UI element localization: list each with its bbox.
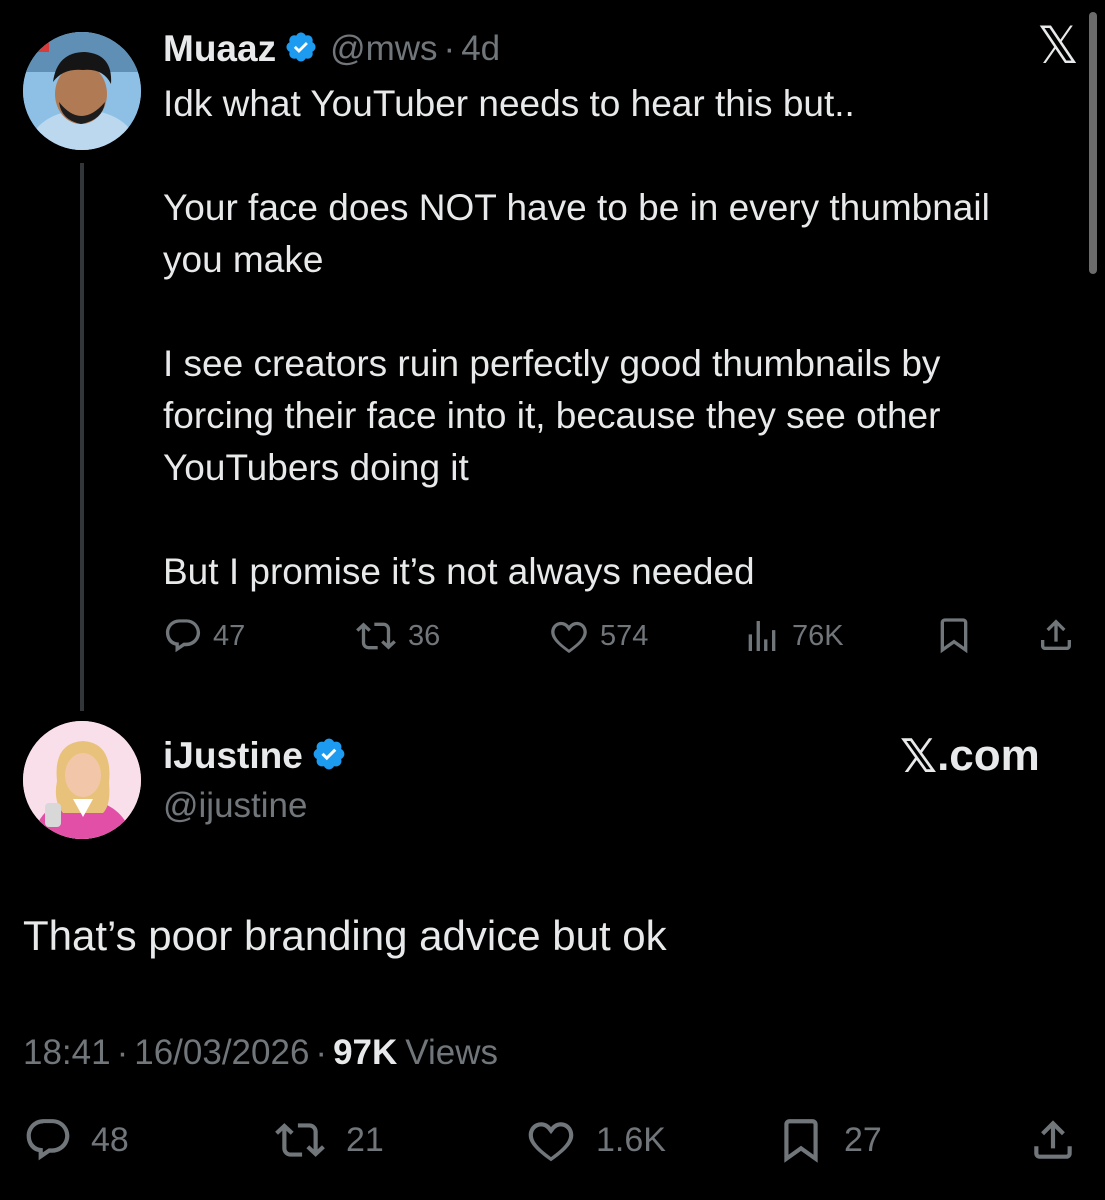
bookmark-icon xyxy=(940,618,968,654)
share-button[interactable] xyxy=(1028,1114,1078,1166)
x-logo-close-icon[interactable]: 𝕏 xyxy=(1030,18,1086,74)
post-time[interactable]: 18:41 xyxy=(23,1033,111,1073)
timestamp-row: 18:41 · 16/03/2026 · 97K Views xyxy=(23,1030,498,1076)
reply-button[interactable]: 47 xyxy=(163,614,245,658)
views-button[interactable]: 76K xyxy=(742,614,844,658)
verified-badge-icon xyxy=(311,736,347,777)
reply-icon xyxy=(165,619,201,653)
like-button[interactable]: 1.6K xyxy=(524,1114,666,1166)
like-button[interactable]: 574 xyxy=(548,614,648,658)
views-count: 97K xyxy=(333,1033,398,1072)
share-button[interactable] xyxy=(1036,614,1076,658)
avatar-ijustine[interactable] xyxy=(23,721,141,839)
views-label: Views xyxy=(405,1033,499,1072)
reply-button[interactable]: 48 xyxy=(23,1114,129,1166)
reply-count: 47 xyxy=(213,619,246,652)
timestamp-separator: · xyxy=(315,1033,328,1072)
repost-icon xyxy=(275,1123,325,1157)
x-logo-icon: 𝕏 xyxy=(900,730,938,782)
author-name[interactable]: Muaaz xyxy=(163,28,276,70)
like-icon xyxy=(528,1122,574,1162)
like-count: 1.6K xyxy=(596,1120,666,1159)
avatar-ijustine-image xyxy=(23,721,141,839)
tweet-age[interactable]: 4d xyxy=(461,29,500,69)
repost-count: 21 xyxy=(346,1120,384,1159)
repost-button[interactable]: 21 xyxy=(272,1114,384,1166)
reply-author-handle[interactable]: @ijustine xyxy=(163,784,307,828)
share-icon xyxy=(1041,619,1071,650)
bookmark-count: 27 xyxy=(844,1120,882,1159)
watermark-text: .com xyxy=(937,731,1040,780)
header-separator: · xyxy=(443,29,456,68)
x-com-watermark: 𝕏 .com xyxy=(900,728,1040,784)
bookmark-icon xyxy=(784,1119,818,1163)
parent-tweet-text: Idk what YouTuber needs to hear this but… xyxy=(163,83,990,592)
reply-icon xyxy=(26,1119,70,1161)
bookmark-button[interactable] xyxy=(934,614,974,658)
timestamp-separator: · xyxy=(116,1033,129,1072)
parent-header: Muaaz @mws · 4d xyxy=(163,26,500,72)
post-date[interactable]: 16/03/2026 xyxy=(134,1033,309,1073)
views-icon xyxy=(748,621,776,651)
verified-badge-icon xyxy=(284,30,318,69)
scrollbar[interactable] xyxy=(1089,12,1097,274)
reply-count: 48 xyxy=(91,1120,129,1159)
avatar-muaaz[interactable] xyxy=(23,32,141,150)
views-count: 76K xyxy=(792,619,844,652)
reply-author-name[interactable]: iJustine xyxy=(163,735,303,777)
reply-header: iJustine xyxy=(163,733,347,779)
reply-tweet-text: That’s poor branding advice but ok xyxy=(23,912,667,959)
like-count: 574 xyxy=(600,619,649,652)
share-icon xyxy=(1034,1120,1072,1159)
author-handle[interactable]: @mws xyxy=(330,29,437,69)
like-icon xyxy=(551,621,587,653)
thread-line xyxy=(80,163,84,711)
repost-button[interactable]: 36 xyxy=(354,614,440,658)
repost-icon xyxy=(356,622,396,650)
repost-count: 36 xyxy=(408,619,441,652)
bookmark-button[interactable]: 27 xyxy=(776,1114,882,1166)
avatar-muaaz-image xyxy=(23,32,141,150)
